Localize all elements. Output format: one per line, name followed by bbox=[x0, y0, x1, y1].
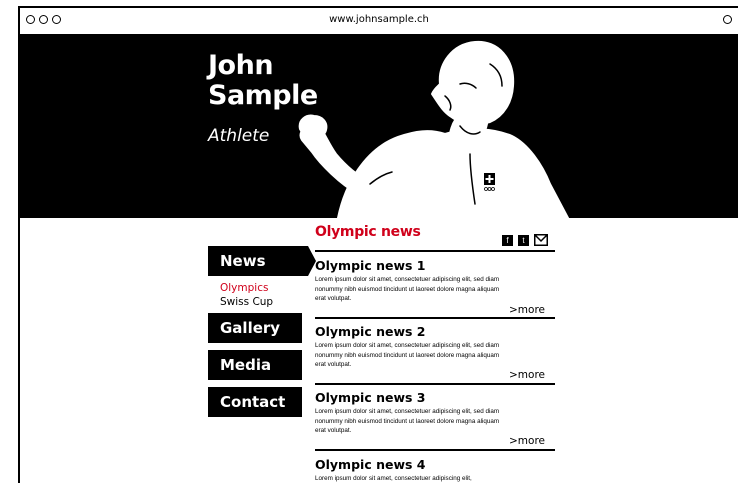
article-title[interactable]: Olympic news 2 bbox=[315, 324, 426, 339]
nav-item-contact[interactable]: Contact bbox=[208, 387, 302, 417]
divider bbox=[315, 449, 555, 451]
browser-titlebar: www.johnsample.ch bbox=[20, 8, 738, 32]
browser-window: www.johnsample.ch John Sample Athlete Ne… bbox=[18, 6, 738, 483]
article-title[interactable]: Olympic news 1 bbox=[315, 258, 426, 273]
article-excerpt: Lorem ipsum dolor sit amet, consectetuer… bbox=[315, 276, 500, 302]
article-title[interactable]: Olympic news 4 bbox=[315, 457, 426, 472]
name-line-1: John bbox=[208, 50, 274, 81]
hero-banner: John Sample Athlete bbox=[20, 34, 738, 218]
subnav-item-olympics[interactable]: Olympics bbox=[220, 282, 268, 294]
article-excerpt: Lorem ipsum dolor sit amet, consectetuer… bbox=[315, 342, 500, 368]
subnav-item-swiss-cup[interactable]: Swiss Cup bbox=[220, 296, 273, 308]
email-icon[interactable] bbox=[534, 234, 548, 246]
nav-item-gallery[interactable]: Gallery bbox=[208, 313, 302, 343]
athlete-illustration bbox=[298, 40, 569, 218]
athlete-name: John Sample bbox=[208, 51, 318, 111]
article-title[interactable]: Olympic news 3 bbox=[315, 390, 426, 405]
more-link[interactable]: >more bbox=[509, 435, 545, 447]
divider bbox=[315, 383, 555, 385]
nav-item-media[interactable]: Media bbox=[208, 350, 302, 380]
address-bar[interactable]: www.johnsample.ch bbox=[20, 14, 738, 25]
more-link[interactable]: >more bbox=[509, 304, 545, 316]
article-excerpt: Lorem ipsum dolor sit amet, consectetuer… bbox=[315, 408, 500, 434]
divider bbox=[315, 317, 555, 319]
divider bbox=[315, 250, 555, 252]
twitter-icon[interactable]: t bbox=[518, 235, 529, 246]
facebook-icon[interactable]: f bbox=[502, 235, 513, 246]
more-link[interactable]: >more bbox=[509, 369, 545, 381]
browser-menu-button[interactable] bbox=[723, 15, 732, 24]
article-excerpt: Lorem ipsum dolor sit amet, consectetuer… bbox=[315, 475, 472, 482]
name-line-2: Sample bbox=[208, 80, 318, 111]
section-title: Olympic news bbox=[315, 224, 421, 240]
athlete-role: Athlete bbox=[208, 126, 270, 146]
nav-item-news[interactable]: News bbox=[208, 246, 308, 276]
